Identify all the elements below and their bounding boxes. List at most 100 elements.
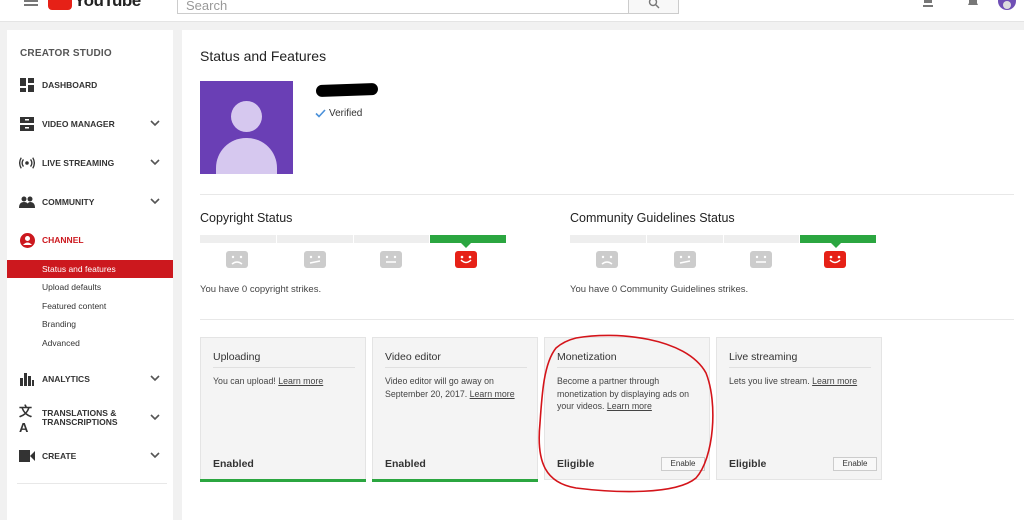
chevron-down-icon[interactable] (150, 197, 160, 205)
community-icon (19, 194, 35, 210)
card-status: Eligible (729, 458, 767, 470)
strike-face-icon (750, 251, 772, 268)
sidebar-subitem-upload-defaults[interactable]: Upload defaults (7, 278, 173, 296)
learn-more-link[interactable]: Learn more (607, 401, 652, 411)
sidebar-item-translations[interactable]: 文A TRANSLATIONS & TRANSCRIPTIONS (7, 399, 173, 437)
feature-card-video-editor: Video editor Video editor will go away o… (372, 337, 538, 482)
copyright-status-title: Copyright Status (200, 211, 293, 225)
chevron-down-icon[interactable] (150, 374, 160, 382)
card-description: You can upload! Learn more (213, 375, 359, 388)
strike-face-icon (226, 251, 248, 268)
menu-icon[interactable] (24, 0, 38, 8)
happy-face-icon (455, 251, 477, 268)
chevron-down-icon[interactable] (150, 413, 160, 421)
account-avatar[interactable] (998, 0, 1016, 10)
enable-monetization-button[interactable]: Enable (661, 457, 705, 471)
top-bar: YouTube Search (0, 0, 1024, 22)
card-status: Eligible (557, 458, 595, 470)
status-segment (570, 235, 646, 243)
main-content: Status and Features Verified Copyright S… (182, 30, 1024, 520)
status-segment-active (430, 235, 506, 243)
channel-avatar[interactable] (200, 81, 293, 174)
creator-studio-sidebar: CREATOR STUDIO DASHBOARD VIDEO MANAGER L… (7, 30, 173, 520)
learn-more-link[interactable]: Learn more (812, 376, 857, 386)
chevron-down-icon[interactable] (150, 158, 160, 166)
copyright-strikes-text: You have 0 copyright strikes. (200, 284, 322, 295)
divider (200, 194, 1014, 195)
strike-face-icon (596, 251, 618, 268)
sidebar-item-label: TRANSLATIONS & TRANSCRIPTIONS (42, 409, 118, 427)
card-desc-text: Lets you live stream. (729, 376, 813, 386)
upload-icon[interactable] (922, 0, 934, 8)
avatar-head (231, 101, 262, 132)
logo-text: YouTube (74, 0, 141, 10)
search-icon (648, 0, 660, 9)
card-title: Video editor (385, 351, 441, 363)
sidebar-item-label: DASHBOARD (42, 79, 98, 90)
enabled-indicator-bar (200, 479, 366, 482)
sidebar-item-label: COMMUNITY (42, 196, 95, 207)
card-desc-text: You can upload! (213, 376, 279, 386)
sidebar-subitem-featured-content[interactable]: Featured content (7, 297, 173, 315)
sidebar-subitem-advanced[interactable]: Advanced (7, 334, 173, 352)
verified-status: Verified (315, 108, 362, 119)
copyright-status-bar (200, 235, 506, 243)
sidebar-divider (17, 483, 167, 484)
youtube-play-icon (48, 0, 72, 10)
community-status-bar (570, 235, 876, 243)
dashboard-icon (19, 77, 35, 93)
avatar-body (216, 138, 277, 174)
checkmark-icon (315, 109, 326, 118)
sidebar-item-label: ANALYTICS (42, 373, 90, 384)
status-segment-active (800, 235, 876, 243)
sidebar-item-video-manager[interactable]: VIDEO MANAGER (7, 105, 173, 143)
verified-label: Verified (329, 108, 363, 119)
divider (200, 319, 1014, 320)
sidebar-item-label: CREATE (42, 450, 77, 461)
learn-more-link[interactable]: Learn more (470, 389, 515, 399)
card-divider (385, 367, 527, 368)
create-icon (19, 448, 35, 464)
strike-face-icon (304, 251, 326, 268)
card-description: Video editor will go away on September 2… (385, 375, 531, 400)
status-pointer (831, 243, 841, 248)
sidebar-item-dashboard[interactable]: DASHBOARD (7, 66, 173, 104)
youtube-logo[interactable]: YouTube (48, 0, 141, 11)
analytics-icon (19, 371, 35, 387)
sidebar-subitem-branding[interactable]: Branding (7, 315, 173, 333)
feature-card-live-streaming: Live streaming Lets you live stream. Lea… (716, 337, 882, 480)
channel-icon (19, 232, 35, 248)
card-status: Enabled (213, 458, 254, 470)
status-pointer (461, 243, 471, 248)
status-segment (646, 235, 723, 243)
strike-face-icon (380, 251, 402, 268)
sidebar-item-create[interactable]: CREATE (7, 437, 173, 475)
live-streaming-icon (19, 155, 35, 171)
card-description: Lets you live stream. Learn more (729, 375, 875, 388)
community-status-title: Community Guidelines Status (570, 211, 735, 225)
happy-face-icon (824, 251, 846, 268)
sidebar-item-live-streaming[interactable]: LIVE STREAMING (7, 144, 173, 182)
card-divider (557, 367, 699, 368)
notifications-bell-icon[interactable] (966, 0, 980, 8)
card-status: Enabled (385, 458, 426, 470)
redacted-channel-name (315, 82, 379, 98)
sidebar-item-analytics[interactable]: ANALYTICS (7, 360, 173, 398)
status-segment (723, 235, 800, 243)
chevron-down-icon[interactable] (150, 119, 160, 127)
strike-face-icon (674, 251, 696, 268)
sidebar-item-community[interactable]: COMMUNITY (7, 183, 173, 221)
enable-live-streaming-button[interactable]: Enable (833, 457, 877, 471)
status-segment (353, 235, 430, 243)
sidebar-item-channel[interactable]: CHANNEL (7, 221, 173, 259)
sidebar-title: CREATOR STUDIO (20, 48, 112, 59)
card-divider (729, 367, 871, 368)
search-input[interactable]: Search (177, 0, 629, 14)
chevron-down-icon[interactable] (150, 451, 160, 459)
sidebar-item-label-line2: TRANSCRIPTIONS (42, 417, 118, 427)
search-button[interactable] (628, 0, 679, 14)
learn-more-link[interactable]: Learn more (278, 376, 323, 386)
card-title: Live streaming (729, 351, 798, 363)
sidebar-subitem-status-and-features[interactable]: Status and features (7, 260, 173, 278)
sidebar-item-label: LIVE STREAMING (42, 157, 115, 168)
